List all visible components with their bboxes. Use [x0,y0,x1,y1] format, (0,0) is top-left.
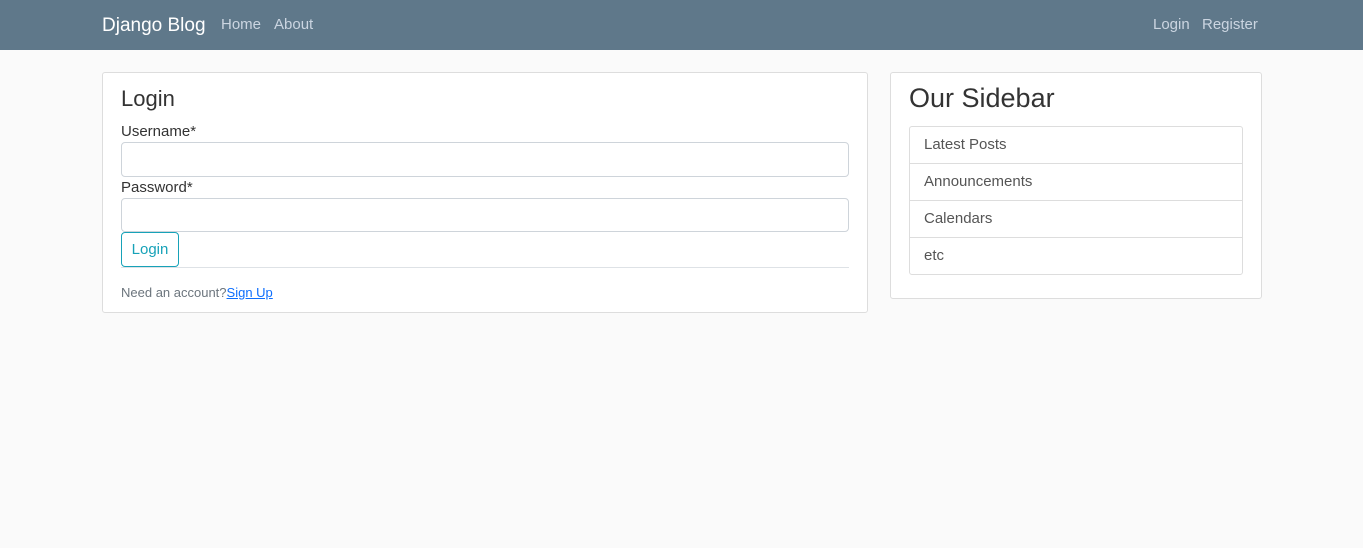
username-label: Username* [121,123,197,140]
sidebar-item-etc[interactable]: etc [910,237,1242,274]
signup-prompt: Need an account?Sign Up [121,285,273,301]
brand-link[interactable]: Django Blog [102,14,206,38]
nav-home-link[interactable]: Home [221,16,261,34]
login-title: Login [121,86,175,111]
sidebar-item-latest-posts[interactable]: Latest Posts [910,127,1242,163]
login-button[interactable]: Login [121,232,179,267]
nav-about-link[interactable]: About [274,16,313,34]
sidebar-card: Our Sidebar Latest Posts Announcements C… [890,72,1262,299]
password-input[interactable] [121,198,849,232]
sidebar-item-calendars[interactable]: Calendars [910,200,1242,237]
nav-login-link[interactable]: Login [1153,16,1190,34]
sidebar-list: Latest Posts Announcements Calendars etc [909,126,1243,275]
sidebar-item-announcements[interactable]: Announcements [910,163,1242,200]
username-input[interactable] [121,142,849,177]
login-card: Login Username* Password* Login Need an … [102,72,868,313]
nav-register-link[interactable]: Register [1202,16,1258,34]
signup-link[interactable]: Sign Up [227,285,273,300]
sidebar-title: Our Sidebar [909,83,1055,113]
form-divider [121,267,849,268]
password-label: Password* [121,179,193,196]
signup-prompt-text: Need an account? [121,285,227,300]
top-navbar: Django Blog Home About Login Register [0,0,1363,50]
